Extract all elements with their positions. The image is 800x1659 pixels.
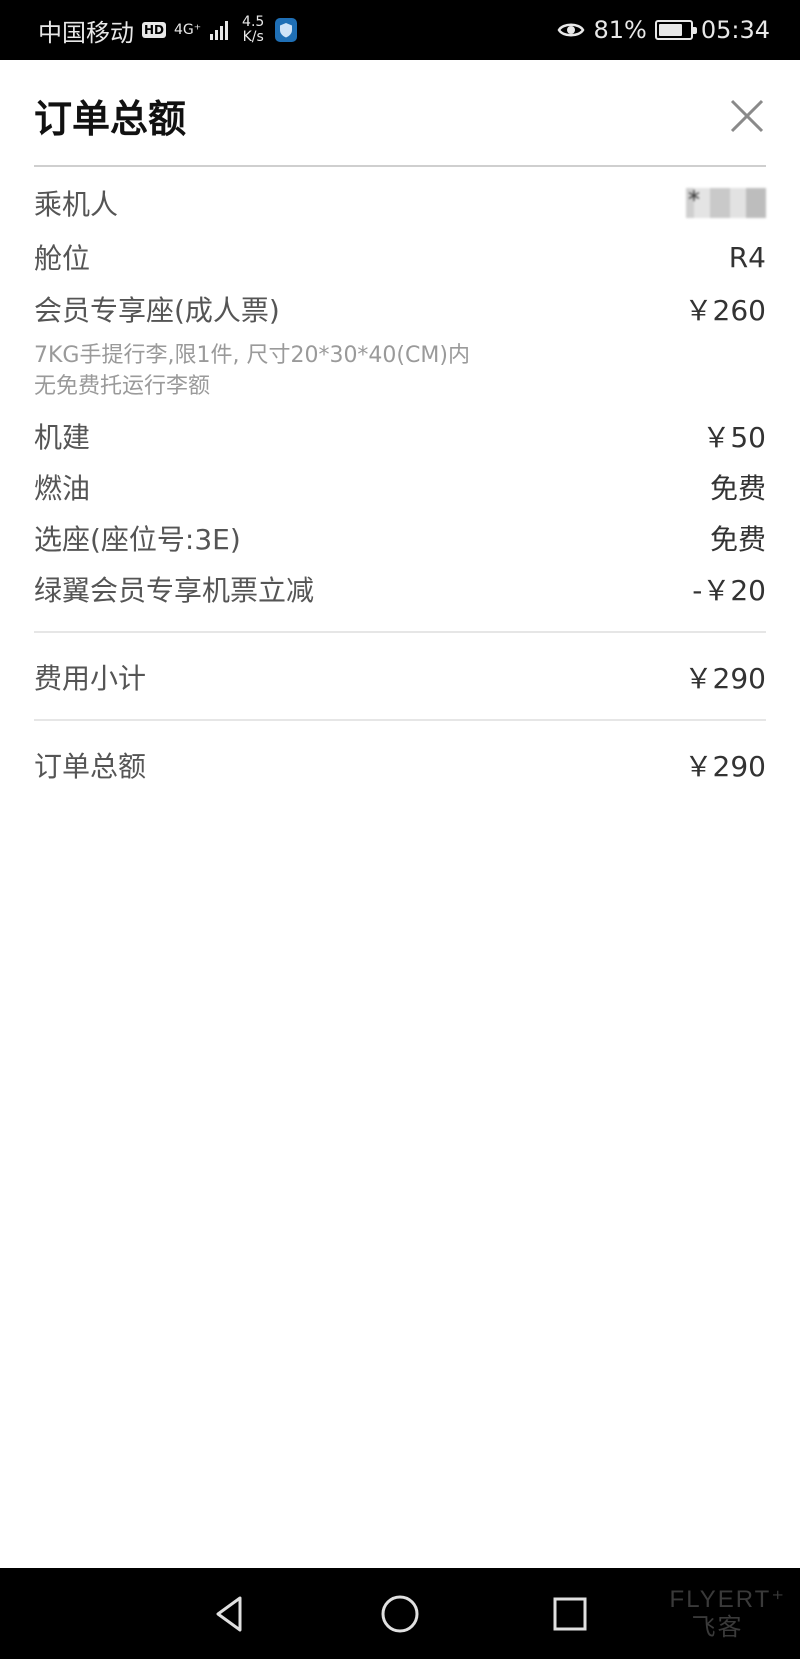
baggage-note-line2: 无免费托运行李额 (34, 374, 211, 399)
seat-select-row: 选座(座位号:3E) 免费 (34, 518, 766, 558)
seat-select-value: 免费 (709, 523, 766, 556)
fare-row: 会员专享座(成人票) ￥260 (34, 289, 766, 329)
fare-value: ￥260 (684, 294, 766, 327)
battery-percent: 81% (593, 16, 647, 44)
subtotal-label: 费用小计 (34, 662, 147, 695)
discount-row: 绿翼会员专享机票立减 -￥20 (34, 569, 766, 609)
total-value: ￥290 (684, 750, 766, 783)
subtotal-value: ￥290 (684, 662, 766, 695)
watermark-line1: FLYERT⁺ (669, 1586, 786, 1613)
speed-unit: K/s (242, 29, 264, 45)
subtotal-row: 费用小计 ￥290 (34, 657, 766, 697)
airport-fee-label: 机建 (34, 421, 91, 454)
fuel-value: 免费 (709, 472, 766, 505)
eye-comfort-icon (558, 23, 585, 37)
cabin-row: 舱位 R4 (34, 237, 766, 277)
total-row: 订单总额 ￥290 (34, 745, 766, 785)
baggage-note: 7KG手提行李,限1件, 尺寸20*30*40(CM)内 无免费托运行李额 (34, 340, 470, 402)
passenger-row: 乘机人 * (34, 183, 766, 223)
total-divider (34, 719, 766, 721)
passenger-value: * (688, 186, 700, 214)
clock: 05:34 (700, 16, 770, 44)
back-icon[interactable] (210, 1594, 250, 1634)
seat-select-label: 选座(座位号:3E) (34, 523, 241, 556)
shield-icon (275, 18, 298, 42)
subtotal-divider (34, 631, 766, 633)
signal-icon (210, 21, 229, 40)
cabin-value: R4 (728, 240, 766, 274)
close-icon[interactable] (726, 95, 768, 137)
status-bar: 中国移动 HD 4G⁺ 4.5 K/s 81% 05:34 (0, 0, 800, 60)
cabin-label: 舱位 (34, 242, 91, 275)
hd-badge: HD (142, 22, 167, 38)
network-speed: 4.5 K/s (239, 15, 267, 45)
carrier-label: 中国移动 (38, 18, 134, 47)
home-icon[interactable] (380, 1594, 420, 1634)
speed-value: 4.5 (242, 14, 265, 30)
recents-icon[interactable] (550, 1594, 590, 1634)
discount-value: -￥20 (692, 574, 766, 607)
passenger-name-blurred: * (686, 186, 766, 218)
network-label: 4G⁺ (174, 22, 202, 38)
sheet-title: 订单总额 (34, 97, 187, 141)
discount-label: 绿翼会员专享机票立减 (34, 574, 315, 607)
fuel-row: 燃油 免费 (34, 467, 766, 507)
airport-fee-row: 机建 ￥50 (34, 416, 766, 456)
navigation-bar: FLYERT⁺ 飞客 (0, 1568, 800, 1659)
baggage-note-line1: 7KG手提行李,限1件, 尺寸20*30*40(CM)内 (34, 343, 470, 368)
header-divider (34, 165, 766, 167)
total-label: 订单总额 (34, 750, 147, 783)
passenger-label: 乘机人 (34, 188, 119, 221)
fuel-label: 燃油 (34, 472, 91, 505)
airport-fee-value: ￥50 (702, 421, 766, 454)
watermark-line2: 飞客 (691, 1614, 744, 1641)
watermark: FLYERT⁺ 飞客 (670, 1586, 786, 1642)
fare-label: 会员专享座(成人票) (34, 294, 280, 327)
battery-icon (654, 20, 697, 40)
